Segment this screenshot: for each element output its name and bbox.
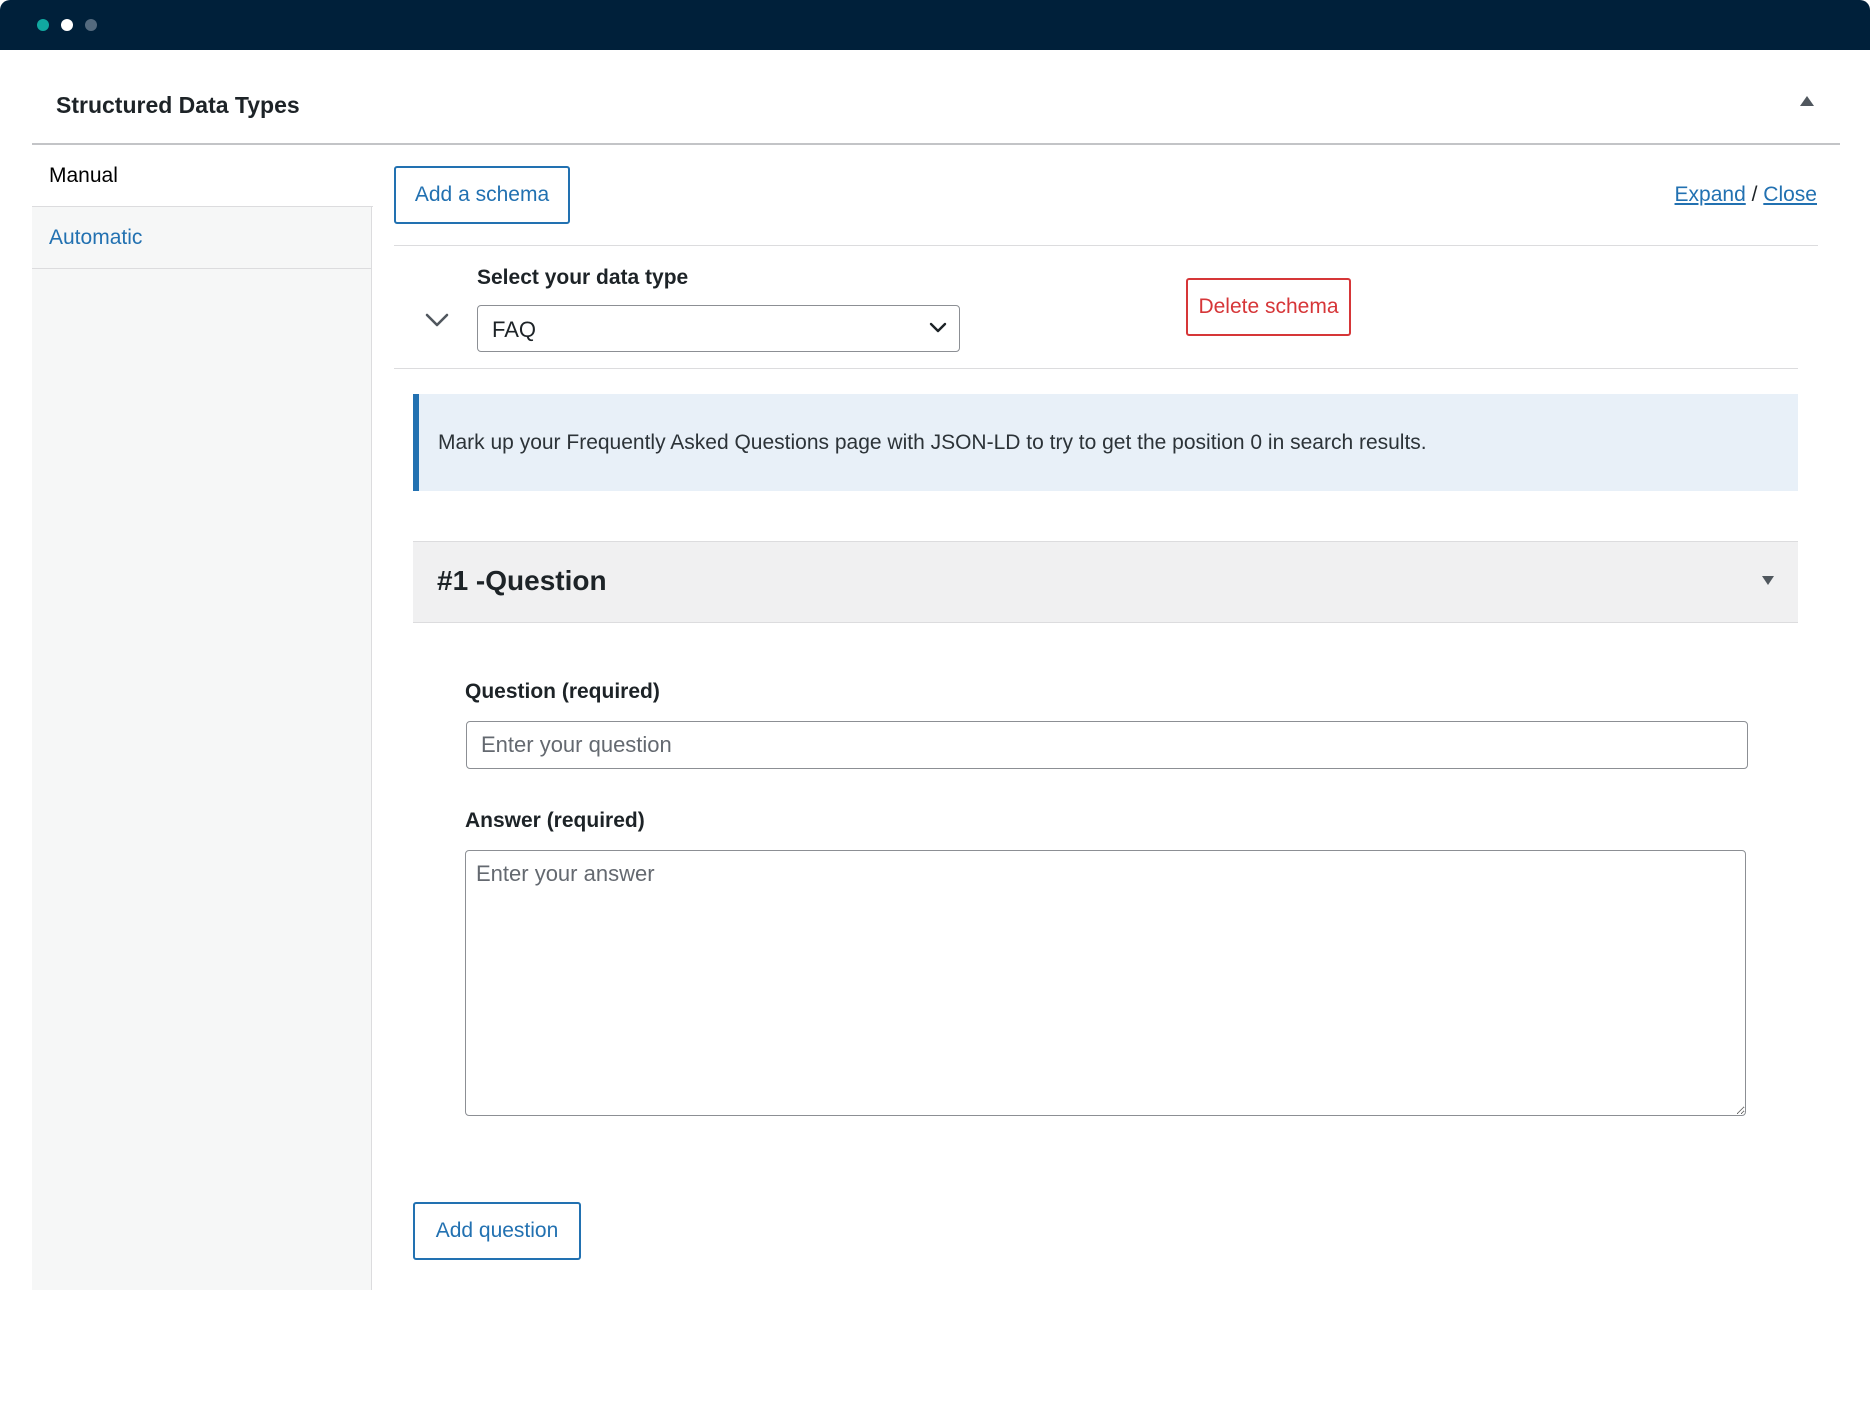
sidebar: Manual Automatic <box>32 145 373 1290</box>
metabox-header: Structured Data Types <box>32 50 1840 145</box>
data-type-value: FAQ <box>492 317 537 342</box>
add-schema-button[interactable]: Add a schema <box>394 166 570 224</box>
question-title: #1 -Question <box>437 565 607 596</box>
tab-automatic[interactable]: Automatic <box>32 207 372 269</box>
caret-down-icon <box>1762 576 1774 585</box>
delete-schema-button[interactable]: Delete schema <box>1186 278 1351 336</box>
answer-label: Answer (required) <box>465 809 645 832</box>
collapse-toggle-icon[interactable] <box>1800 96 1814 106</box>
question-input[interactable] <box>466 721 1748 769</box>
tab-manual[interactable]: Manual <box>32 145 373 207</box>
divider <box>394 245 1818 246</box>
window-close-button[interactable] <box>37 19 49 31</box>
data-type-label: Select your data type <box>477 266 689 289</box>
window-minimize-button[interactable] <box>61 19 73 31</box>
info-notice: Mark up your Frequently Asked Questions … <box>413 394 1798 491</box>
divider <box>394 368 1798 369</box>
data-type-select[interactable]: FAQ <box>477 305 960 352</box>
expand-link[interactable]: Expand <box>1675 183 1746 206</box>
notice-text: Mark up your Frequently Asked Questions … <box>438 431 1427 454</box>
question-accordion-header[interactable]: #1 -Question <box>413 541 1798 623</box>
window-titlebar <box>0 0 1870 50</box>
question-label: Question (required) <box>465 680 660 703</box>
link-separator: / <box>1751 183 1758 206</box>
select-chevron-icon <box>929 322 947 333</box>
add-question-button[interactable]: Add question <box>413 1202 581 1260</box>
window-maximize-button[interactable] <box>85 19 97 31</box>
answer-textarea[interactable] <box>465 850 1746 1116</box>
metabox-title: Structured Data Types <box>56 92 300 118</box>
close-link[interactable]: Close <box>1763 183 1817 206</box>
expand-close-links: Expand / Close <box>1675 183 1817 207</box>
chevron-down-icon[interactable] <box>424 310 450 330</box>
